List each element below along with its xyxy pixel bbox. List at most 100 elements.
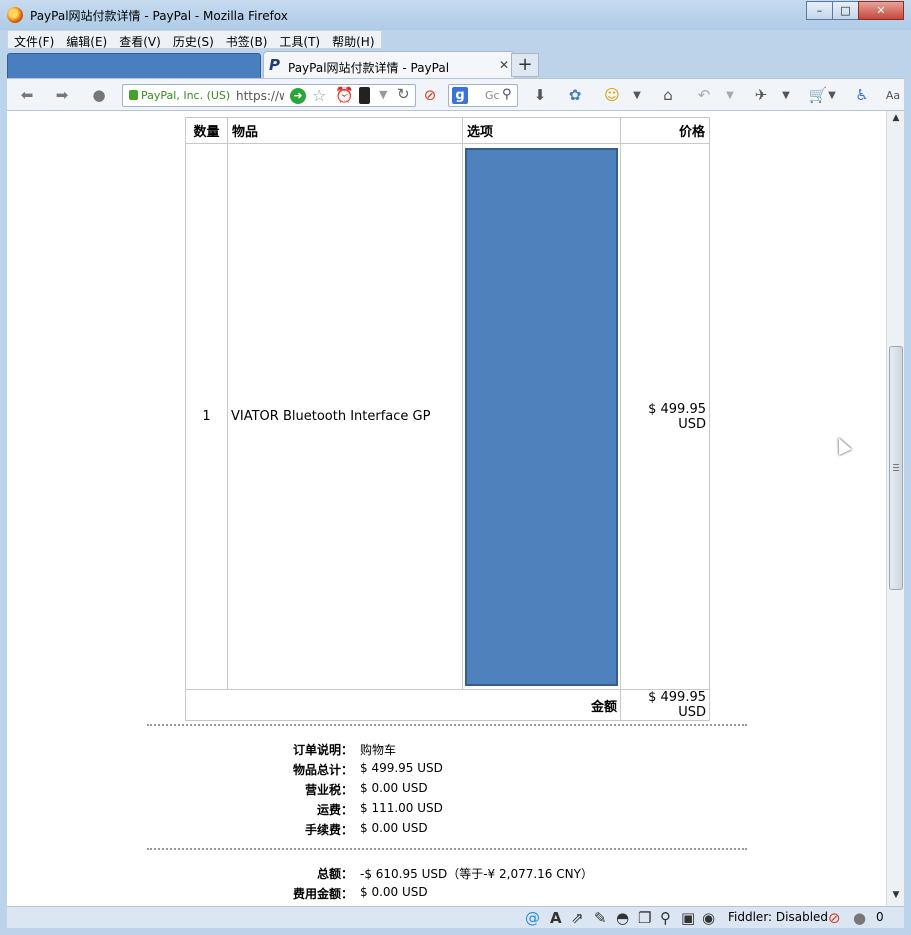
item-price: $ 499.95 USD — [620, 143, 710, 690]
tab-redacted[interactable] — [7, 53, 261, 80]
menu-tools[interactable]: 工具(T) — [273, 31, 326, 49]
forward-icon[interactable]: ➡ — [52, 85, 72, 105]
home-globe-icon[interactable]: ● — [89, 85, 109, 105]
lock-icon — [129, 90, 138, 100]
shipping-value: $ 111.00 USD — [360, 801, 443, 815]
close-window-button[interactable]: ✕ — [858, 1, 904, 20]
summary-row-total: 总额： -$ 610.95 USD（等于-¥ 2,077.16 CNY） — [277, 865, 593, 885]
tab-paypal[interactable]: P PayPal网站付款详情 - PayPal ✕ — [263, 51, 515, 79]
font-icon[interactable]: A — [550, 909, 562, 927]
alarm-icon[interactable]: ⏰ — [335, 86, 354, 104]
site-identity[interactable]: PayPal, Inc. (US) — [141, 89, 230, 102]
camera-icon[interactable]: ◉ — [702, 909, 715, 927]
tab-title: PayPal网站付款详情 - PayPal — [288, 61, 450, 75]
url-bar[interactable]: PayPal, Inc. (US) https://w ➜ ☆ ⏰ ▼ ↻ — [122, 84, 416, 107]
vertical-scrollbar[interactable]: ▲ ▼ — [886, 111, 904, 906]
minimize-button[interactable]: – — [806, 1, 833, 20]
summary-row-order-desc: 订单说明： 购物车 — [277, 741, 443, 761]
scroll-down-icon[interactable]: ▼ — [889, 890, 903, 904]
redacted-options-block — [465, 147, 618, 686]
search-engine-icon[interactable]: g — [452, 87, 468, 104]
fee-amount-value: $ 0.00 USD — [360, 885, 428, 899]
table-row: 1 VIATOR Bluetooth Interface GP $ 499.95… — [185, 143, 710, 690]
order-desc-label: 订单说明： — [292, 743, 353, 757]
grip-icon — [893, 464, 899, 471]
firefox-icon — [7, 7, 23, 23]
order-summary: 订单说明： 购物车 物品总计： $ 499.95 USD 营业税： $ 0.00… — [277, 741, 443, 841]
download-icon[interactable]: ⬇ — [530, 85, 550, 105]
mask-icon[interactable]: ◓ — [616, 909, 629, 927]
at-icon[interactable]: @ — [525, 909, 540, 927]
total-value: $ 499.95 USD — [620, 689, 710, 721]
maximize-button[interactable]: □ — [832, 1, 859, 20]
summary-row-items-total: 物品总计： $ 499.95 USD — [277, 761, 443, 781]
windows-icon[interactable]: ❐ — [638, 909, 651, 927]
payment-summary: 总额： -$ 610.95 USD（等于-¥ 2,077.16 CNY） 费用金… — [277, 865, 593, 905]
search-box[interactable]: g Gc ⚲ — [448, 84, 518, 107]
search-input[interactable]: Gc — [485, 89, 500, 102]
bug-icon[interactable]: ✈ — [751, 85, 771, 105]
tax-value: $ 0.00 USD — [360, 781, 428, 795]
new-tab-button[interactable]: + — [511, 53, 539, 77]
grand-total-label: 总额： — [316, 867, 353, 881]
block-icon[interactable]: ⊘ — [420, 85, 440, 105]
window-titlebar: PayPal网站付款详情 - PayPal - Mozilla Firefox … — [0, 0, 911, 30]
share-icon[interactable]: ⇗ — [571, 909, 584, 927]
home-icon[interactable]: ⌂ — [658, 85, 678, 105]
dropdown-icon[interactable]: ▼ — [627, 85, 647, 105]
item-options — [462, 143, 621, 690]
grand-total-value: -$ 610.95 USD（等于-¥ 2,077.16 CNY） — [360, 867, 593, 881]
menu-bookmarks[interactable]: 书签(B) — [220, 31, 274, 49]
summary-row-fee: 手续费： $ 0.00 USD — [277, 821, 443, 841]
total-label: 金额 — [185, 689, 621, 721]
go-icon[interactable]: ➜ — [290, 88, 306, 104]
menu-file[interactable]: 文件(F) — [8, 31, 60, 49]
item-qty: 1 — [185, 143, 228, 690]
header-price: 价格 — [620, 117, 710, 144]
text-icon[interactable]: Aa — [883, 85, 903, 105]
undo-icon[interactable]: ↶ — [694, 85, 714, 105]
tab-strip: P PayPal网站付款详情 - PayPal ✕ + — [7, 51, 904, 80]
menu-help[interactable]: 帮助(H) — [326, 31, 380, 49]
scroll-up-icon[interactable]: ▲ — [889, 113, 903, 127]
table-header-row: 数量 物品 选项 价格 — [185, 117, 710, 144]
addon-icon[interactable]: ✿ — [565, 85, 585, 105]
window-controls: – □ ✕ — [806, 1, 904, 20]
menu-view[interactable]: 查看(V) — [113, 31, 167, 49]
fee-value: $ 0.00 USD — [360, 821, 428, 835]
screenshot-icon[interactable]: ▣ — [681, 909, 695, 927]
window-title: PayPal网站付款详情 - PayPal - Mozilla Firefox — [30, 9, 288, 23]
order-table: 数量 物品 选项 价格 1 VIATOR Bluetooth Interface… — [185, 117, 710, 721]
shipping-label: 运费： — [316, 803, 353, 817]
emoji-icon[interactable]: ☺ — [602, 85, 622, 105]
search-icon[interactable]: ⚲ — [502, 87, 512, 102]
back-icon[interactable]: ⬅ — [17, 85, 37, 105]
divider — [147, 848, 747, 850]
brush-icon[interactable]: ✎ — [594, 909, 607, 927]
bookmark-star-icon[interactable]: ☆ — [312, 86, 326, 105]
url-input[interactable]: https://w — [236, 89, 284, 103]
menu-edit[interactable]: 编辑(E) — [60, 31, 113, 49]
tax-label: 营业税： — [304, 783, 353, 797]
fiddler-status[interactable]: Fiddler: Disabled — [728, 910, 828, 924]
block-status-icon[interactable]: ⊘ — [828, 909, 841, 927]
menubar: 文件(F) 编辑(E) 查看(V) 历史(S) 书签(B) 工具(T) 帮助(H… — [7, 30, 382, 49]
menu-history[interactable]: 历史(S) — [167, 31, 220, 49]
zoom-icon[interactable]: ⚲ — [660, 909, 671, 927]
bug-dropdown-icon[interactable]: ▼ — [776, 85, 796, 105]
divider — [147, 724, 747, 726]
header-options: 选项 — [462, 117, 621, 144]
fee-amount-label: 费用金额： — [292, 887, 353, 901]
cart-dropdown-icon[interactable]: ▼ — [822, 85, 842, 105]
accessibility-icon[interactable]: ♿ — [852, 85, 872, 105]
mobile-icon[interactable] — [359, 87, 370, 104]
url-dropdown-icon[interactable]: ▼ — [379, 88, 387, 101]
reload-icon[interactable]: ↻ — [397, 85, 410, 103]
items-total-value: $ 499.95 USD — [360, 761, 443, 775]
status-count: 0 — [876, 910, 884, 924]
globe-status-icon[interactable]: ● — [853, 909, 866, 927]
tab-close-icon[interactable]: ✕ — [499, 58, 509, 72]
scrollbar-thumb[interactable] — [889, 346, 903, 590]
summary-row-tax: 营业税： $ 0.00 USD — [277, 781, 443, 801]
undo-dropdown-icon[interactable]: ▼ — [720, 85, 740, 105]
